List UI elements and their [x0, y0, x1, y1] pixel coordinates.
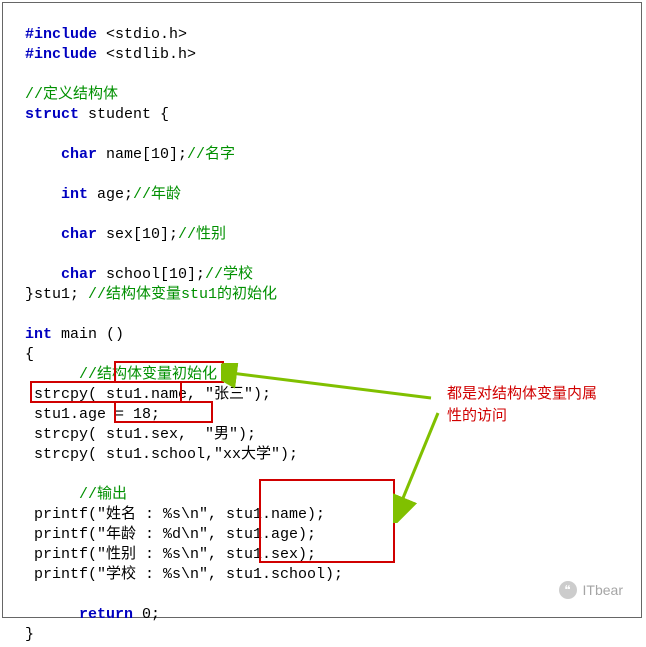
watermark-text: ITbear	[583, 582, 623, 598]
comment: //定义结构体	[25, 86, 118, 103]
code-screenshot: #include <stdio.h> #include <stdlib.h> /…	[2, 2, 642, 618]
watermark: ❝ ITbear	[559, 581, 623, 599]
wechat-icon: ❝	[559, 581, 577, 599]
keyword-include: #include	[25, 46, 97, 63]
code-block: #include <stdio.h> #include <stdlib.h> /…	[3, 3, 641, 647]
keyword-struct: struct	[25, 106, 79, 123]
annotation-text: 都是对结构体变量内属 性的访问	[447, 383, 627, 427]
keyword-include: #include	[25, 26, 97, 43]
